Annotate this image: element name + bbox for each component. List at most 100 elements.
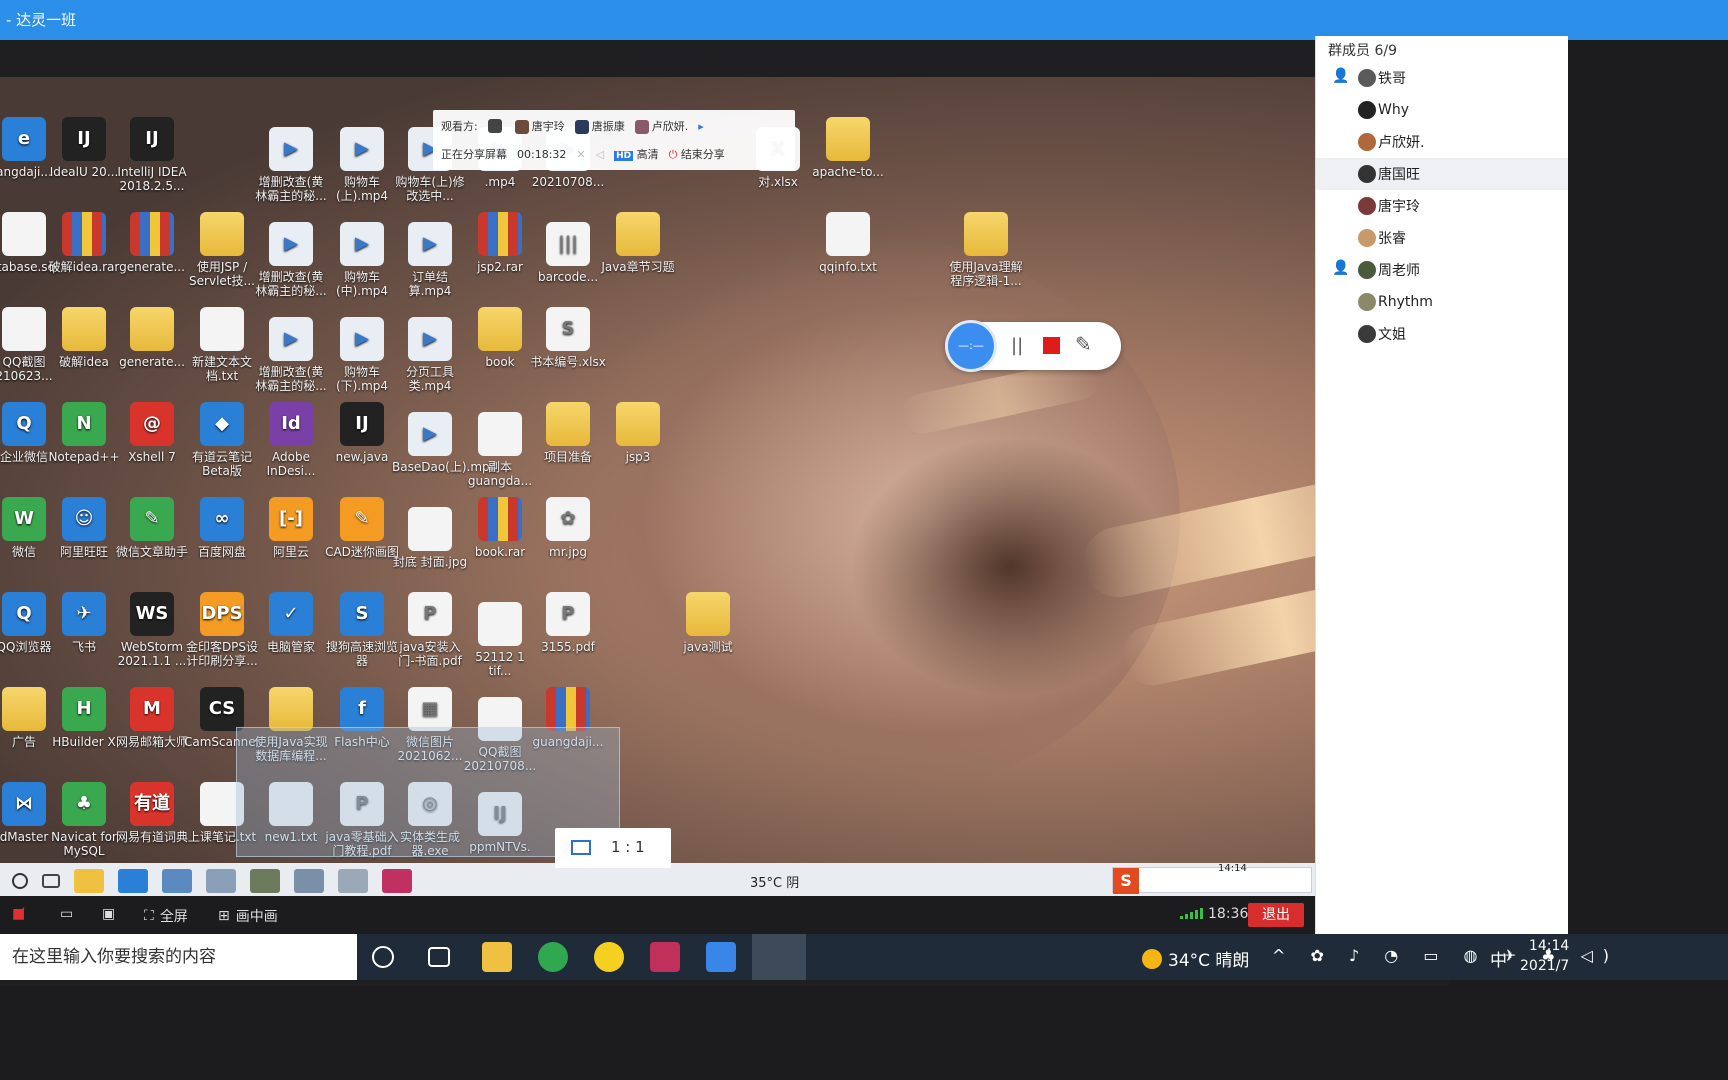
cortana-icon[interactable] xyxy=(372,946,394,968)
desktop-icon[interactable]: N Notepad++ xyxy=(46,402,122,464)
desktop-icon[interactable]: book.rar xyxy=(462,497,538,559)
viewer-item[interactable]: 卢欣妍. xyxy=(634,118,688,134)
presenter-button[interactable]: ▣ xyxy=(102,906,115,922)
desktop-icon[interactable]: 破解idea.rar xyxy=(46,212,122,274)
recording-timer-circle[interactable]: —:— xyxy=(945,320,997,372)
desktop-icon[interactable]: qqinfo.txt xyxy=(810,212,886,274)
member-row[interactable]: 唐宇玲 xyxy=(1316,190,1568,222)
task-view-icon[interactable] xyxy=(428,947,450,967)
desktop-icon[interactable]: IJ IntelliJ IDEA 2018.2.5... xyxy=(114,117,190,193)
remote-desktop-taskbar-icon[interactable] xyxy=(162,869,192,893)
desktop-icon[interactable]: jsp3 xyxy=(600,402,676,464)
member-row[interactable]: 卢欣妍. xyxy=(1316,126,1568,158)
stop-recording-button[interactable] xyxy=(1043,337,1060,354)
notes-app-icon[interactable] xyxy=(706,942,736,972)
mic-muted-icon[interactable]: ✕ xyxy=(576,148,585,161)
fullscreen-button[interactable]: ⛶ 全屏 xyxy=(144,906,188,926)
paint-taskbar-icon[interactable] xyxy=(206,869,236,893)
desktop-icon[interactable]: apache-to... xyxy=(810,117,886,179)
viewer-avatar[interactable] xyxy=(487,119,505,133)
desktop-icon[interactable]: ✎ CAD迷你画图 xyxy=(324,497,400,559)
desktop-icon[interactable]: 新建文本文档.txt xyxy=(184,307,260,383)
desktop-icon[interactable]: generate... xyxy=(114,212,190,274)
pause-recording-button[interactable]: || xyxy=(1011,335,1023,356)
task-view-icon[interactable] xyxy=(42,874,60,888)
intellij-icon[interactable] xyxy=(650,942,680,972)
desktop-icon[interactable]: 项目准备 xyxy=(530,402,606,464)
intellij-taskbar-icon[interactable] xyxy=(382,869,412,893)
desktop-icon[interactable]: 封底 封面.jpg xyxy=(392,507,468,569)
ime-toolbar[interactable]: S xyxy=(1112,867,1312,894)
desktop-icon[interactable]: 副本 guangda... xyxy=(462,412,538,488)
shared-desktop-view[interactable]: e angdaji... IJ IdealU 20... IJ IntelliJ IDEA… xyxy=(0,77,1449,947)
desktop-icon[interactable]: ☺ 阿里旺旺 xyxy=(46,497,122,559)
desktop-icon[interactable]: 有道 网易有道词典 xyxy=(114,782,190,844)
viewer-item[interactable]: 唐振康 xyxy=(574,118,625,134)
desktop-icon[interactable]: ▶ 购物车(上).mp4 xyxy=(324,127,400,203)
camera-off-button[interactable]: ■̸ xyxy=(12,906,25,922)
app-taskbar-icon[interactable] xyxy=(250,869,280,893)
end-share-button[interactable]: ⏻ 结束分享 xyxy=(669,146,725,162)
browser-icon[interactable] xyxy=(538,942,568,972)
desktop-icon[interactable]: ▶ 购物车(下).mp4 xyxy=(324,317,400,393)
desktop-icon[interactable]: java测试 xyxy=(670,592,746,654)
ime-mode-indicator[interactable]: 中 xyxy=(1490,946,1507,971)
picture-in-picture-button[interactable]: ⊞ 画中画 xyxy=(218,906,278,926)
desktop-icon[interactable]: 使用Java理解程序逻辑-1... xyxy=(948,212,1024,288)
desktop-icon[interactable]: IJ new.java xyxy=(324,402,400,464)
member-row[interactable]: 文姐 xyxy=(1316,318,1568,350)
desktop-icon[interactable]: ▶ 分页工具类.mp4 xyxy=(392,317,468,393)
app-taskbar-icon[interactable] xyxy=(338,869,368,893)
member-row[interactable]: Why xyxy=(1316,94,1568,126)
desktop-icon[interactable]: 52112 1 tif... xyxy=(462,602,538,678)
desktop-icon[interactable]: jsp2.rar xyxy=(462,212,538,274)
exit-button[interactable]: 退出 xyxy=(1248,903,1304,927)
desktop-icon[interactable]: H HBuilder X xyxy=(46,687,122,749)
speaker-muted-icon[interactable]: ◁ xyxy=(596,148,604,161)
desktop-icon[interactable]: ◆ 有道云笔记 Beta版 xyxy=(184,402,260,478)
file-explorer-icon[interactable] xyxy=(74,869,104,893)
desktop-icon[interactable]: S 搜狗高速浏览器 xyxy=(324,592,400,668)
member-row[interactable]: Rhythm xyxy=(1316,286,1568,318)
feishu-taskbar-icon[interactable] xyxy=(118,869,148,893)
os-weather[interactable]: 34°C 晴朗 xyxy=(1142,946,1249,971)
file-explorer-icon[interactable] xyxy=(482,942,512,972)
hd-toggle[interactable]: HD 高清 xyxy=(614,146,659,162)
desktop-icon[interactable]: ▶ 增删改查(黄林霸主的秘... xyxy=(253,317,329,393)
desktop-icon[interactable]: M 网易邮箱大师 xyxy=(114,687,190,749)
desktop-icon[interactable]: DPS 金印客DPS设计印刷分享... xyxy=(184,592,260,668)
desktop-icon[interactable]: 使用JSP / Servlet技... xyxy=(184,212,260,288)
desktop-icon[interactable]: ∞ 百度网盘 xyxy=(184,497,260,559)
member-row[interactable]: 张睿 xyxy=(1316,222,1568,254)
more-viewers-arrow-icon[interactable]: ▸ xyxy=(698,120,704,133)
desktop-icon[interactable]: ✎ 微信文章助手 xyxy=(114,497,190,559)
desktop-icon[interactable]: ✿ mr.jpg xyxy=(530,497,606,559)
app-taskbar-icon[interactable] xyxy=(294,869,324,893)
annotate-pen-icon[interactable]: ✎ xyxy=(1075,332,1092,356)
taskbar-search-input[interactable]: 在这里输入你要搜索的内容 xyxy=(0,934,357,980)
os-clock[interactable]: 14:14 2021/7 xyxy=(1520,936,1569,976)
desktop-icon[interactable]: ▶ BaseDao(上).mp4 xyxy=(392,412,497,474)
desktop-icon[interactable]: ▶ 订单结算.mp4 xyxy=(392,222,468,298)
member-row[interactable]: 👤 铁哥 xyxy=(1316,62,1568,94)
screen-share-button[interactable]: ▭ xyxy=(60,906,73,922)
desktop-icon[interactable]: IJ IdealU 20... xyxy=(46,117,122,179)
desktop-icon[interactable]: 破解idea xyxy=(46,307,122,369)
desktop-icon[interactable]: Pjava安装入门-书面.pdf xyxy=(392,592,468,668)
desktop-icon[interactable]: ▶ 增删改查(黄林霸主的秘... xyxy=(253,127,329,203)
desktop-icon[interactable]: ✈ 飞书 xyxy=(46,592,122,654)
desktop-icon[interactable]: ▶ 增删改查(黄林霸主的秘... xyxy=(253,222,329,298)
viewer-item[interactable]: 唐宇玲 xyxy=(514,118,565,134)
desktop-icon[interactable]: ▶ 购物车(中).mp4 xyxy=(324,222,400,298)
desktop-icon[interactable]: book xyxy=(462,307,538,369)
desktop-icon[interactable]: ||| barcode... xyxy=(530,222,606,284)
desktop-icon[interactable]: Id Adobe InDesi... xyxy=(253,402,329,478)
desktop-icon[interactable]: P 3155.pdf xyxy=(530,592,606,654)
meeting-app-icon[interactable] xyxy=(752,934,806,980)
desktop-icon[interactable]: Java章节习题 xyxy=(600,212,676,274)
desktop-icon[interactable]: ♣ Navicat for MySQL xyxy=(46,782,122,858)
member-row[interactable]: 唐国旺 xyxy=(1316,158,1568,190)
desktop-icon[interactable]: generate... xyxy=(114,307,190,369)
cortana-icon[interactable] xyxy=(12,873,28,889)
music-app-icon[interactable] xyxy=(594,942,624,972)
